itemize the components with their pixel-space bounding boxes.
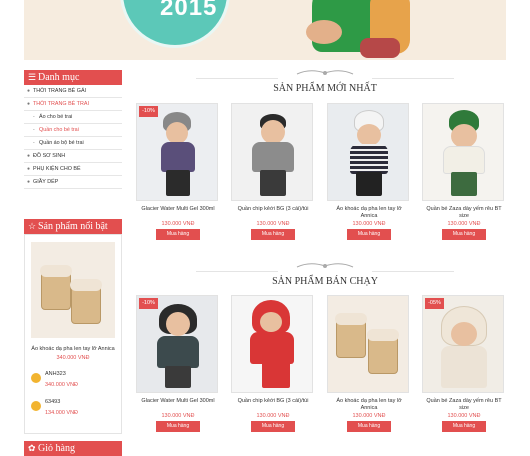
banner-child-skirt — [360, 38, 400, 58]
cart-section: ✿ Giỏ hàng — [24, 441, 122, 456]
product-name[interactable]: Quần chip kẻới BG (3 cái)/túi — [231, 206, 315, 220]
product-card[interactable]: -10% Glacier Water Multi Gel 300ml 130.0… — [136, 103, 220, 240]
sidebar-item-label: ĐỒ SƠ SINH — [33, 153, 66, 159]
mini-product-name: 63493 — [45, 399, 61, 405]
star-icon: ☆ — [28, 221, 37, 231]
product-card[interactable]: Quần bé Zaza dày yếm rêu BT size 130.000… — [422, 103, 506, 240]
product-card[interactable]: Áo khoác dạ pha len tay lỡ Annica 130.00… — [327, 103, 411, 240]
section-line — [372, 271, 454, 272]
product-name[interactable]: Quần chip kẻới BG (3 cái)/túi — [231, 398, 315, 412]
buy-button[interactable]: Mua hàng — [156, 229, 200, 240]
featured-product-name[interactable]: Áo khoác dạ pha len tay lỡ Annica — [25, 346, 121, 353]
product-image[interactable]: -10% — [136, 103, 218, 201]
mini-product[interactable]: 63493 134.000 VNĐ — [25, 399, 121, 423]
featured-products: ☆ Sản phẩm nổi bật Áo khoác dạ pha len ta… — [24, 219, 122, 434]
sidebar-item-label: Quần áo bộ bé trai — [39, 140, 84, 146]
boot-shape — [367, 329, 399, 374]
product-price: 130.000 VNĐ — [161, 221, 195, 227]
sidebar-item-accessories[interactable]: ● PHỤ KIỆN CHO BÉ — [24, 163, 122, 176]
hero-banner[interactable]: 2015 — [24, 0, 506, 60]
banner-year: 2015 — [160, 0, 218, 21]
buy-button[interactable]: Mua hàng — [347, 229, 391, 240]
medal-icon — [31, 401, 41, 411]
sidebar-subitem-boys-shirts[interactable]: - Áo cho bé trai — [24, 111, 122, 124]
boot-shape — [40, 265, 72, 310]
product-card[interactable]: -05% Quần bé Zaza dày yếm rêu BT size 13… — [422, 295, 506, 432]
medal-icon — [31, 373, 41, 383]
product-name[interactable]: Quần bé Zaza dày yếm rêu BT size — [422, 398, 506, 412]
buy-button[interactable]: Mua hàng — [347, 421, 391, 432]
mini-product[interactable]: ANH323 340.000 VNĐ — [25, 371, 121, 395]
category-sidebar: ☰ Danh mục ● THỜI TRANG BÉ GÁI ● THỜI TRANG… — [24, 70, 122, 189]
product-price: 130.000 VNĐ — [256, 221, 290, 227]
featured-product-price: 340.000 VNĐ — [56, 355, 90, 361]
sidebar-item-label: THỜI TRANG BÉ GÁI — [33, 88, 87, 94]
sidebar-item-shoes[interactable]: ● GIẦY DÉP — [24, 176, 122, 189]
discount-badge: -10% — [139, 106, 158, 117]
sidebar-item-label: THỜI TRANG BÉ TRAI — [33, 101, 89, 107]
cart-title: Giỏ hàng — [38, 443, 75, 454]
product-price: 130.000 VNĐ — [447, 221, 481, 227]
product-image[interactable] — [327, 103, 409, 201]
boot-shape — [70, 279, 102, 324]
product-price: 130.000 VNĐ — [161, 413, 195, 419]
product-image[interactable]: -10% — [136, 295, 218, 393]
buy-button[interactable]: Mua hàng — [251, 229, 295, 240]
boot-shape — [335, 313, 367, 358]
cart-icon: ✿ — [28, 443, 36, 453]
section-title-new: SẢN PHẨM MỚI NHẤT — [273, 83, 377, 94]
sidebar-item-label: Áo cho bé trai — [39, 114, 73, 120]
sidebar-item-boys-fashion[interactable]: ● THỜI TRANG BÉ TRAI — [24, 98, 122, 111]
product-card[interactable]: Quần chip kẻới BG (3 cái)/túi 130.000 VN… — [231, 103, 315, 240]
ornament-divider-icon — [296, 263, 354, 268]
product-image[interactable] — [231, 295, 313, 393]
section-title-best: SẢN PHẨM BÁN CHẠY — [272, 276, 378, 287]
product-price: 130.000 VNĐ — [352, 221, 386, 227]
sidebar-item-label: GIẦY DÉP — [33, 179, 59, 185]
buy-button[interactable]: Mua hàng — [251, 421, 295, 432]
buy-button[interactable]: Mua hàng — [156, 421, 200, 432]
category-header: ☰ Danh mục — [24, 70, 122, 85]
product-name[interactable]: Glacier Water Multi Gel 300ml — [136, 398, 220, 412]
product-price: 130.000 VNĐ — [352, 413, 386, 419]
product-name[interactable]: Áo khoác dạ pha len tay lỡ Annica — [327, 398, 411, 412]
product-card[interactable]: -10% Glacier Water Multi Gel 300ml 130.0… — [136, 295, 220, 432]
featured-box: Áo khoác dạ pha len tay lỡ Annica 340.00… — [24, 234, 122, 434]
banner-child-hand — [306, 20, 342, 44]
mini-product-price: 134.000 VNĐ — [45, 410, 79, 416]
product-name[interactable]: Áo khoác dạ pha len tay lỡ Annica — [327, 206, 411, 220]
buy-button[interactable]: Mua hàng — [442, 229, 486, 240]
ornament-divider-icon — [296, 70, 354, 75]
product-name[interactable]: Quần bé Zaza dày yếm rêu BT size — [422, 206, 506, 220]
list-icon: ☰ — [28, 72, 37, 82]
discount-badge: -05% — [425, 298, 444, 309]
mini-product-price: 340.000 VNĐ — [45, 382, 79, 388]
sidebar-subitem-boys-pants[interactable]: - Quần cho bé trai — [24, 124, 122, 137]
product-image[interactable] — [327, 295, 409, 393]
mini-product-name: ANH323 — [45, 371, 66, 377]
discount-badge: -10% — [139, 298, 158, 309]
featured-product-image[interactable] — [31, 242, 115, 338]
product-image[interactable] — [422, 103, 504, 201]
buy-button[interactable]: Mua hàng — [442, 421, 486, 432]
sidebar-item-newborn[interactable]: ● ĐỒ SƠ SINH — [24, 150, 122, 163]
section-line — [196, 271, 278, 272]
product-name[interactable]: Glacier Water Multi Gel 300ml — [136, 206, 220, 220]
product-card[interactable]: Quần chip kẻới BG (3 cái)/túi 130.000 VN… — [231, 295, 315, 432]
product-price: 130.000 VNĐ — [447, 413, 481, 419]
sidebar-item-girls-fashion[interactable]: ● THỜI TRANG BÉ GÁI — [24, 85, 122, 98]
cart-header[interactable]: ✿ Giỏ hàng — [24, 441, 122, 456]
sidebar-item-label: PHỤ KIỆN CHO BÉ — [33, 166, 81, 172]
featured-title: Sản phẩm nổi bật — [38, 221, 108, 232]
sidebar-item-label: Quần cho bé trai — [39, 127, 79, 133]
product-card[interactable]: Áo khoác dạ pha len tay lỡ Annica 130.00… — [327, 295, 411, 432]
category-title: Danh mục — [38, 72, 80, 83]
product-price: 130.000 VNĐ — [256, 413, 290, 419]
featured-header: ☆ Sản phẩm nổi bật — [24, 219, 122, 234]
section-line — [372, 78, 454, 79]
product-image[interactable] — [231, 103, 313, 201]
section-line — [196, 78, 278, 79]
product-image[interactable]: -05% — [422, 295, 504, 393]
sidebar-subitem-boys-sets[interactable]: - Quần áo bộ bé trai — [24, 137, 122, 150]
